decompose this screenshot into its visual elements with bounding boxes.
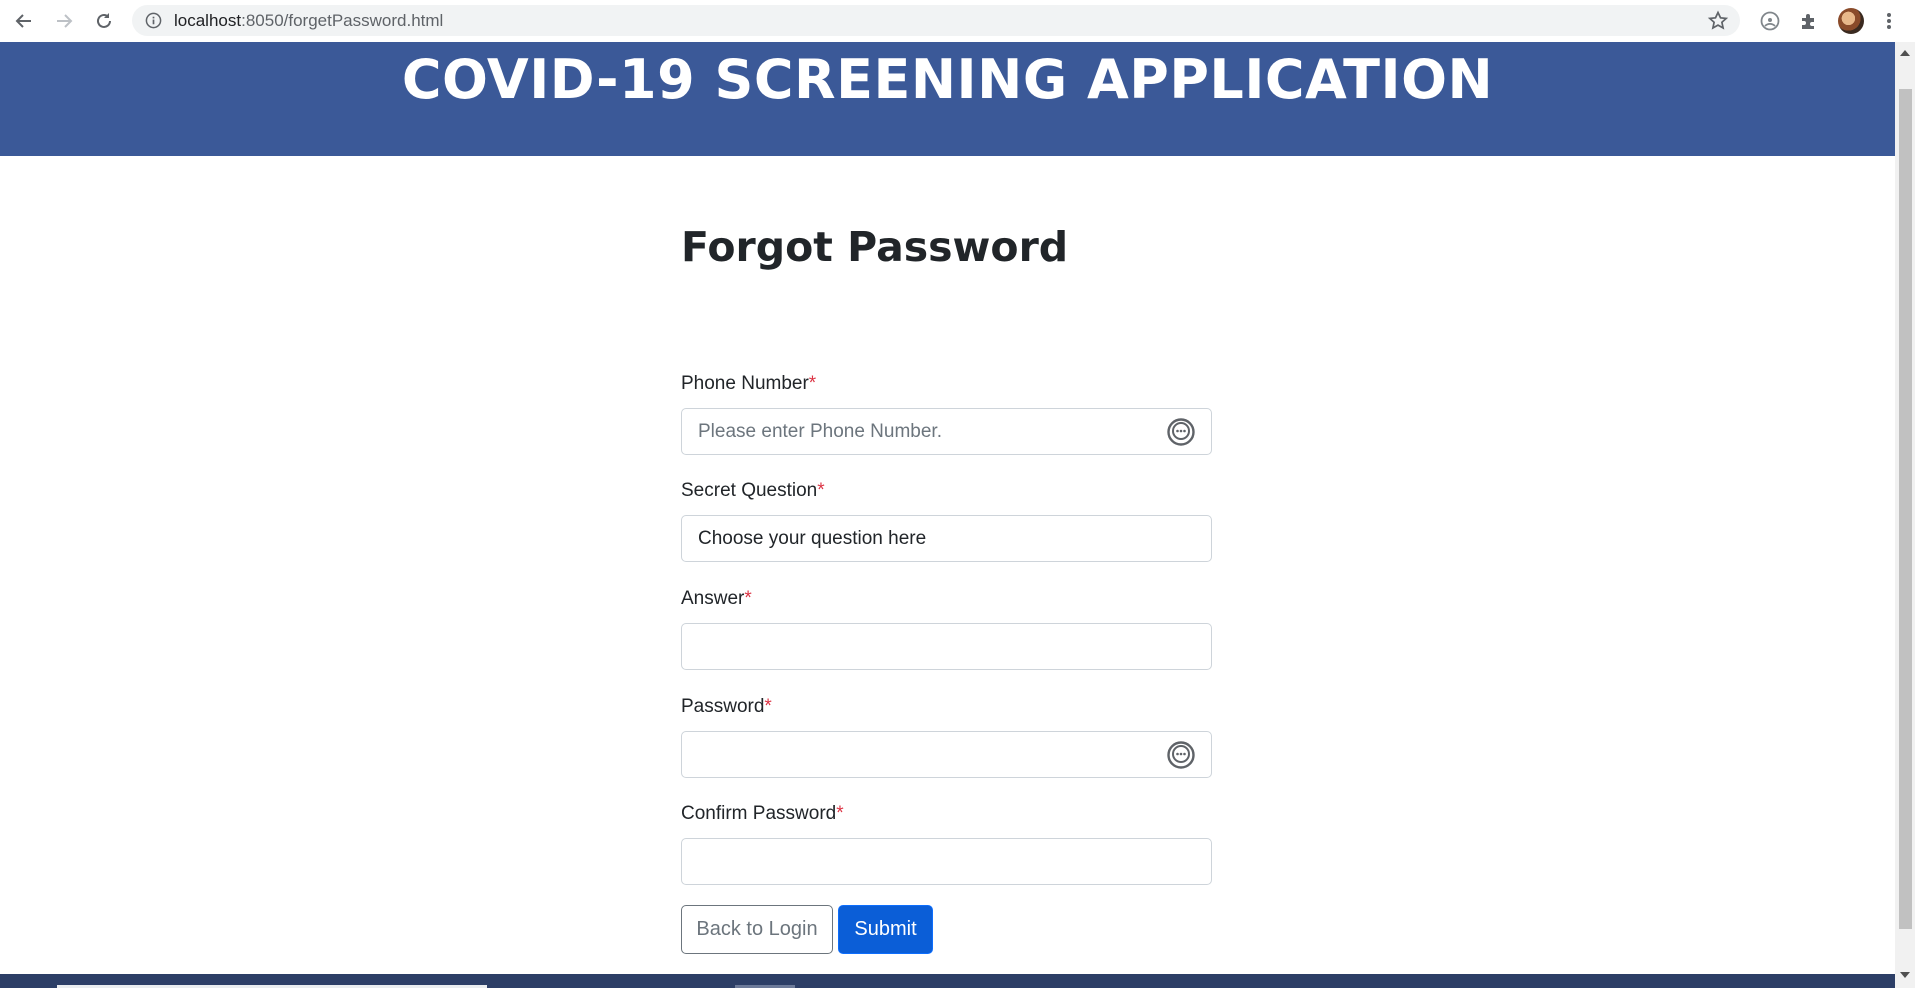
address-bar[interactable]: localhost:8050/forgetPassword.html (132, 5, 1740, 36)
answer-label: Answer* (681, 588, 752, 609)
password-input[interactable] (681, 731, 1212, 778)
question-field-group: Secret Question* Choose your question he… (681, 479, 1212, 562)
password-field-group: Password* (681, 695, 1212, 778)
phone-field-group: Phone Number* Please enter Phone Number. (681, 372, 1212, 455)
scroll-down-arrow-icon[interactable] (1900, 972, 1910, 978)
header-banner: COVID-19 SCREENING APPLICATION (0, 42, 1895, 156)
phone-input[interactable]: Please enter Phone Number. (681, 408, 1212, 455)
avatar[interactable] (1838, 8, 1864, 34)
app-title: COVID-19 SCREENING APPLICATION (401, 48, 1494, 111)
phone-label: Phone Number* (681, 373, 817, 394)
password-manager-icon[interactable] (1165, 416, 1197, 448)
reload-icon[interactable] (92, 9, 116, 33)
forward-icon[interactable] (52, 9, 76, 33)
forgot-password-form: Forgot Password Phone Number* Please ent… (681, 222, 1212, 954)
site-info-icon[interactable] (145, 12, 162, 29)
phone-placeholder: Please enter Phone Number. (698, 421, 942, 442)
scrollbar-thumb[interactable] (1899, 89, 1912, 929)
submit-button[interactable]: Submit (838, 905, 933, 954)
url-text[interactable]: localhost:8050/forgetPassword.html (174, 5, 443, 36)
page-title: Forgot Password (681, 223, 1069, 271)
scroll-up-arrow-icon[interactable] (1900, 50, 1910, 56)
back-to-login-button[interactable]: Back to Login (681, 905, 833, 954)
back-icon[interactable] (12, 9, 36, 33)
puzzle-icon[interactable] (1797, 9, 1821, 33)
browser-toolbar: localhost:8050/forgetPassword.html (0, 0, 1915, 42)
answer-input[interactable] (681, 623, 1212, 670)
confirm-password-input[interactable] (681, 838, 1212, 885)
footer-bar (0, 974, 1895, 988)
menu-icon[interactable] (1877, 9, 1901, 33)
page-scrollbar[interactable] (1895, 42, 1915, 988)
form-actions: Back to Login Submit (681, 905, 1212, 954)
extension-icon[interactable] (1758, 9, 1782, 33)
question-label: Secret Question* (681, 480, 825, 501)
page-viewport: COVID-19 SCREENING APPLICATION Forgot Pa… (0, 42, 1895, 988)
answer-field-group: Answer* (681, 587, 1212, 670)
secret-question-value: Choose your question here (698, 528, 927, 549)
confirm-password-label: Confirm Password* (681, 803, 844, 824)
password-manager-icon[interactable] (1165, 739, 1197, 771)
password-label: Password* (681, 696, 772, 717)
bookmark-star-icon[interactable] (1706, 9, 1730, 33)
confirm-password-field-group: Confirm Password* (681, 802, 1212, 885)
secret-question-select[interactable]: Choose your question here (681, 515, 1212, 562)
